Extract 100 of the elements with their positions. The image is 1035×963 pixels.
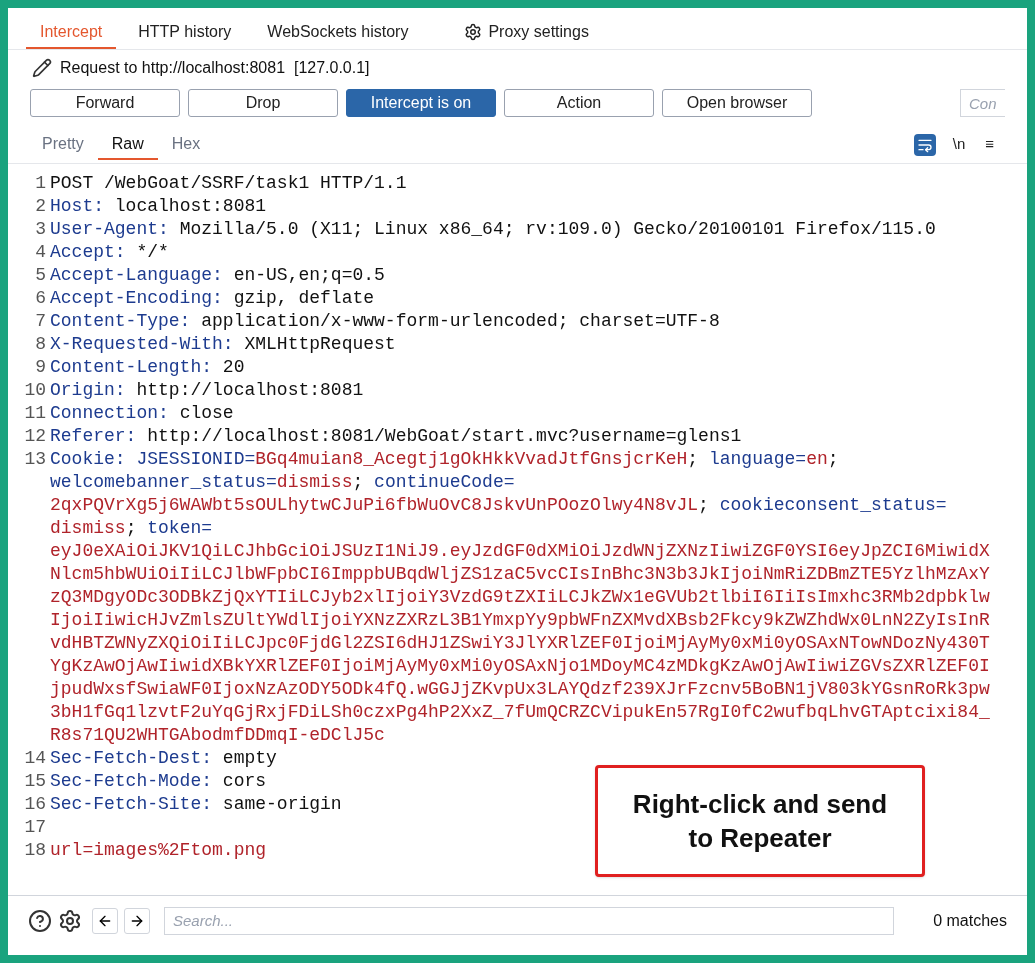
intercept-action-button[interactable]: Forward [30,89,180,117]
comment-field[interactable]: Con [960,89,1005,117]
intercept-action-button[interactable]: Open browser [662,89,812,117]
code-text: ; [352,472,365,492]
code-text: ; [125,518,138,538]
code-text: Cookie: [50,449,126,469]
line-number: 13 [24,448,47,471]
code-text: Connection: [50,403,169,423]
intercept-action-button[interactable]: Drop [188,89,338,117]
code-text: Mozilla/5.0 (X11; Linux x86_64; rv:109.0) Gecko/20100101 Firefox/115.0 [178,219,936,239]
view-tab[interactable]: Raw [97,129,158,160]
code-text: gzip, deflate [232,288,375,308]
code-text: X-Requested-With: [50,334,234,354]
code-text: eyJ0eXAiOiJKV1QiLCJhbGciOiJSUzI1NiJ9.eyJzdGF0dXMiOiJzdWNjZXNzIiwiZGF0YSI6eyJpZCI6MiwidX [50,541,990,561]
code-text: http://localhost:8081 [135,380,364,400]
code-text: Accept: [50,242,126,262]
view-tab[interactable]: Pretty [28,129,98,160]
code-text: Host: [50,196,104,216]
code-text: Accept-Encoding: [50,288,223,308]
code-text: en-US,en;q=0.5 [232,265,385,285]
code-text: ; [698,495,710,515]
code-text: User-Agent: [50,219,169,239]
code-text: 20 [221,357,245,377]
code-text: JSESSIONID= [135,449,256,469]
line-number: 10 [24,379,47,402]
line-number: 1 [34,172,47,195]
view-tab[interactable]: Hex [157,129,215,160]
code-text: BGq4muian8_Acegtj1gOkHkkVvadJtfGnsjcrKeH [255,449,688,469]
menu-button[interactable]: ≡ [982,133,997,156]
code-text: Sec-Fetch-Site: [50,794,213,814]
code-text: vdHBTZWNyZXQiOiIiLCJpc0FjdGl2ZSI6dHJ1ZSwiY3JlYXRlZEF0IjoiMjAyMy0xMi0yOSAxNTowNDozNy430T [50,633,990,653]
line-number: 7 [34,310,47,333]
code-text: Origin: [50,380,126,400]
line-number: 14 [24,747,47,770]
line-number: 9 [34,356,47,379]
line-number: 12 [24,425,47,448]
newline-toggle[interactable]: \n [949,133,969,156]
code-text: continueCode= [374,472,515,492]
code-text: POST /WebGoat/SSRF/task1 HTTP/1.1 [50,173,407,193]
code-text: token= [147,518,213,538]
line-number: 4 [34,241,47,264]
code-text: R8s71QU2WHTGAbodmfDDmqI-eDClJ5c [50,725,385,745]
help-icon[interactable] [28,908,52,933]
code-text: cors [221,771,267,791]
next-button[interactable] [124,907,150,934]
pencil-icon [32,58,52,78]
code-text: Sec-Fetch-Dest: [50,748,213,768]
proxy-tab[interactable]: Intercept [26,17,117,49]
code-text: Accept-Language: [50,265,223,285]
code-text: dismiss [276,472,353,492]
intercept-action-button[interactable]: Intercept is on [346,89,496,117]
line-number: 16 [24,793,47,816]
code-text: close [178,403,234,423]
proxy-tab[interactable]: HTTP history [124,17,246,49]
proxy-tab[interactable]: WebSockets history [253,17,423,49]
line-number: 6 [34,287,47,310]
code-text: Nlcm5hbWUiOiIiLCJlbWFpbCI6ImppbUBqdWljZS1zaC5vcCIsInBhc3N3b3JkIjoiNmRiZDBmZTE5YzlhMzAxY [50,564,990,584]
code-text: application/x-www-form-urlencoded; charset=UTF-8 [200,311,720,331]
code-text: zQ3MDgyODc3ODBkZjQxYTIiLCJyb2xlIjoiY3VzdG9tZXIiLCJkZWx1eGVUb2tlbiI6IiIsImxhc3RMb2dpbklw [50,587,990,607]
code-text: url=images%2Ftom.png [50,840,267,860]
settings-icon[interactable] [58,908,82,933]
wrap-toggle-icon[interactable] [913,133,936,156]
code-text: 2qxPQVrXg5j6WAWbt5sOULhytwCJuPi6fbWuOvC8JskvUnPOozOlwy4N8vJL [50,495,699,515]
code-text: Referer: [50,426,137,446]
code-text: en [806,449,828,469]
line-number: 2 [34,195,47,218]
line-number: 5 [34,264,47,287]
code-text: XMLHttpRequest [243,334,396,354]
line-number: 15 [24,770,47,793]
code-text: jpudWxsfSwiaWF0IjoxNzAzODY5ODk4fQ.wGGJjZKvpUx3LAYQdzf239XJrFzcnv5BoBN1jV803kYGsnRoRk3pw [50,679,990,699]
intercept-action-button[interactable]: Action [504,89,654,117]
code-text: same-origin [221,794,342,814]
previous-button[interactable] [92,907,118,934]
code-text: Sec-Fetch-Mode: [50,771,213,791]
proxy-tab[interactable]: Proxy settings [450,17,603,49]
line-number: 17 [24,816,47,839]
code-text: cookieconsent_status= [719,495,947,515]
code-text: 3bH1fGq1lzvtF2uYqGjRxjFDiLSh0czxPg4hP2XxZ_7fUmQCRZCVipukEn57RgI0fC2wufbqLhvGTAptcixi84_ [50,702,990,722]
code-text: http://localhost:8081/WebGoat/start.mvc?username=glens1 [146,426,742,446]
code-text: ; [827,449,839,469]
line-number: 8 [34,333,47,356]
code-text: YgKzAwOjAwIiwidXBkYXRlZEF0IjoiMjAyMy0xMi0yOSAxNjo1MDoyMC4zMDkgKzAwOjAwIiwiZGVsZXRlZEF0I [50,656,990,676]
line-number: 18 [24,839,47,862]
code-text: localhost:8081 [113,196,267,216]
code-text: Content-Type: [50,311,191,331]
line-number: 3 [34,218,47,241]
code-text: IjoiIiwicHJvZmlsZUltYWdlIjoiYXNzZXRzL3B1YmxpYy9pbWFnZXMvdXBsb2Fkcy9kZWZhdWx0LnN2ZyIsInR [50,610,990,630]
code-text: Content-Length: [50,357,213,377]
match-count: 0 matches [933,910,1007,931]
code-text: dismiss [50,518,126,538]
callout-text: Right-click and send to Repeater [631,788,889,855]
search-field[interactable]: Search... [164,906,894,935]
request-target: Request to http://localhost:8081 [127.0.0.1] [60,58,370,78]
settings-icon [464,23,483,41]
line-number: 11 [24,402,47,425]
code-text: language= [708,449,807,469]
code-text: welcomebanner_status= [50,472,277,492]
code-text: ; [687,449,700,469]
code-text: */* [135,242,169,262]
code-text: empty [221,748,277,768]
